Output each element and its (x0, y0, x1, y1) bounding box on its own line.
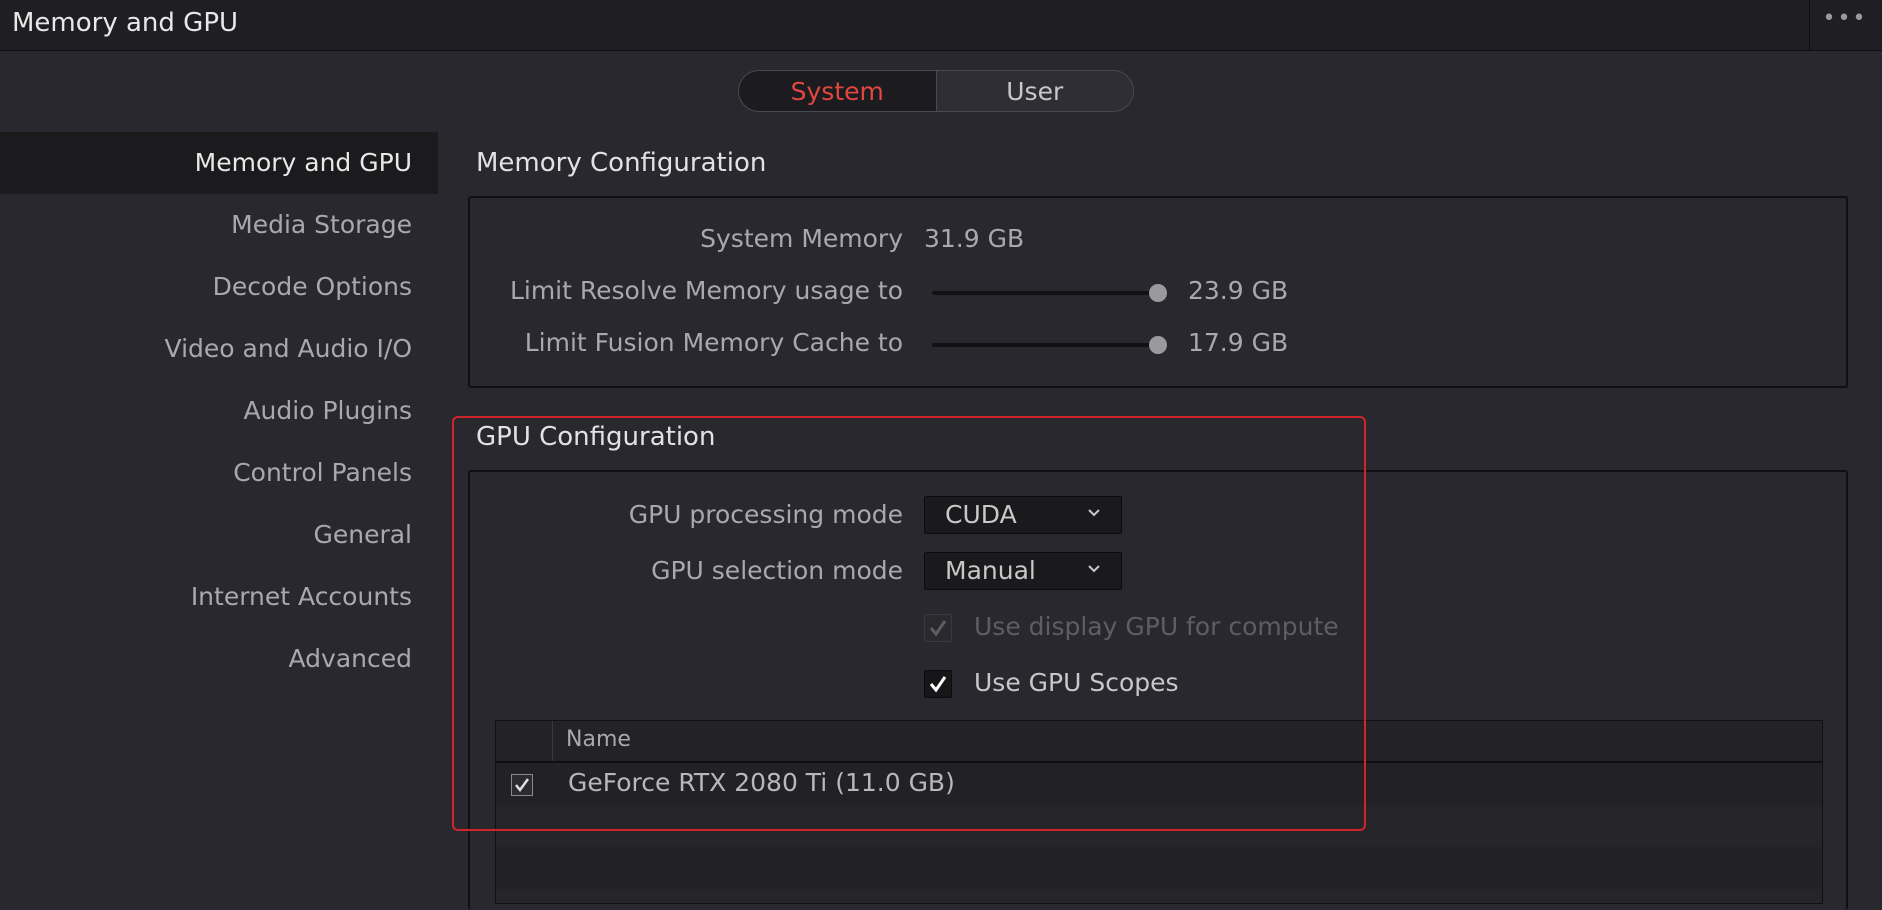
fusion-cache-slider-track[interactable] (932, 343, 1158, 347)
chevron-down-icon (1088, 509, 1100, 517)
sidebar-item-memory-and-gpu[interactable]: Memory and GPU (0, 132, 438, 194)
gpu-scopes-checkbox[interactable] (924, 670, 952, 698)
checkmark-icon (929, 620, 947, 637)
sidebar-item-media-storage[interactable]: Media Storage (0, 194, 438, 256)
title-bar: Memory and GPU ••• (0, 0, 1882, 51)
resolve-memory-value: 23.9 GB (1188, 276, 1289, 305)
scope-toggle: System User (738, 70, 1134, 112)
table-row-empty (496, 805, 1822, 847)
table-row-empty (496, 889, 1822, 903)
fusion-cache-slider-thumb[interactable] (1149, 336, 1167, 354)
memory-section-title: Memory Configuration (476, 148, 767, 178)
gpu-row-checkbox[interactable] (511, 774, 533, 796)
resolve-memory-label: Limit Resolve Memory usage to (509, 276, 903, 305)
sidebar-item-control-panels[interactable]: Control Panels (0, 442, 438, 504)
sidebar-item-audio-plugins[interactable]: Audio Plugins (0, 380, 438, 442)
sidebar-item-decode-options[interactable]: Decode Options (0, 256, 438, 318)
gpu-processing-mode-value: CUDA (945, 500, 1017, 529)
gpu-processing-mode-select[interactable]: CUDA (924, 496, 1122, 534)
checkmark-icon (515, 778, 530, 793)
window-title: Memory and GPU (12, 8, 239, 38)
chevron-down-icon (1088, 565, 1100, 573)
gpu-name: GeForce RTX 2080 Ti (11.0 GB) (568, 768, 955, 797)
settings-sidebar: Memory and GPU Media Storage Decode Opti… (0, 132, 438, 690)
table-header: Name (496, 721, 1822, 763)
sidebar-item-internet-accounts[interactable]: Internet Accounts (0, 566, 438, 628)
gpu-scopes-label: Use GPU Scopes (974, 668, 1179, 697)
sidebar-item-video-audio-io[interactable]: Video and Audio I/O (0, 318, 438, 380)
more-options-icon[interactable]: ••• (1822, 6, 1868, 36)
sidebar-item-general[interactable]: General (0, 504, 438, 566)
gpu-selection-mode-select[interactable]: Manual (924, 552, 1122, 590)
title-divider (1809, 0, 1810, 50)
table-row-empty (496, 847, 1822, 889)
system-memory-label: System Memory (700, 224, 903, 253)
tab-user[interactable]: User (936, 71, 1133, 111)
resolve-memory-slider-thumb[interactable] (1149, 284, 1167, 302)
tab-system[interactable]: System (739, 71, 937, 111)
resolve-memory-slider-track[interactable] (932, 291, 1158, 295)
gpu-selection-mode-label: GPU selection mode (651, 556, 903, 585)
display-gpu-checkbox[interactable] (924, 614, 952, 642)
display-gpu-label: Use display GPU for compute (974, 612, 1339, 641)
gpu-selection-mode-value: Manual (945, 556, 1036, 585)
column-divider (552, 721, 553, 761)
column-header-name[interactable]: Name (566, 727, 631, 752)
system-memory-value: 31.9 GB (924, 224, 1025, 253)
gpu-list-table: Name GeForce RTX 2080 Ti (11.0 GB) (495, 720, 1823, 904)
fusion-cache-value: 17.9 GB (1188, 328, 1289, 357)
table-row[interactable]: GeForce RTX 2080 Ti (11.0 GB) (496, 763, 1822, 805)
sidebar-item-advanced[interactable]: Advanced (0, 628, 438, 690)
gpu-section-title: GPU Configuration (476, 422, 716, 452)
gpu-processing-mode-label: GPU processing mode (628, 500, 903, 529)
fusion-cache-label: Limit Fusion Memory Cache to (524, 328, 903, 357)
checkmark-icon (929, 676, 947, 693)
